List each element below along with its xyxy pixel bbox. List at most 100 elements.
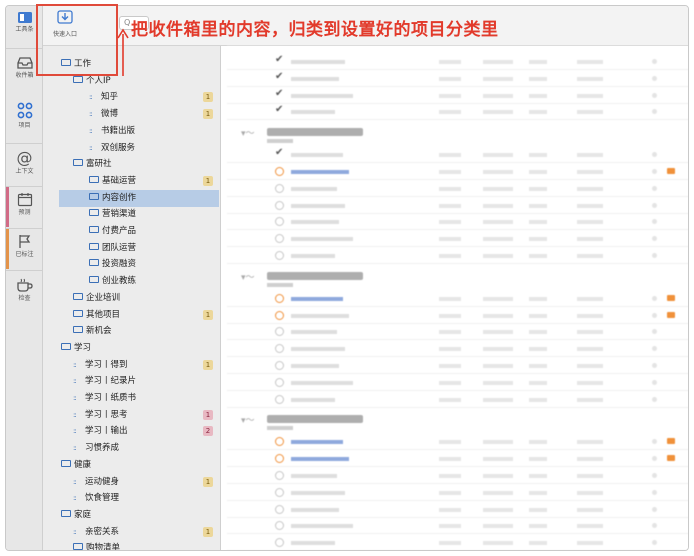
project-item[interactable]: 投资融资 — [89, 256, 219, 272]
task-group-header[interactable]: ▾〜 — [227, 410, 688, 434]
task-checkbox[interactable] — [275, 394, 284, 404]
perspective-flagged[interactable]: 已标注 — [6, 234, 43, 259]
perspective-review[interactable]: 检查 — [6, 278, 43, 303]
perspective-forecast[interactable]: 预测 — [6, 192, 43, 217]
task-row[interactable] — [227, 535, 688, 550]
task-checkbox[interactable] — [275, 471, 284, 480]
task-checkbox[interactable] — [275, 217, 284, 227]
task-row[interactable] — [227, 324, 688, 341]
project-item[interactable]: :: 书籍出版 — [89, 123, 219, 139]
flag-marker-icon[interactable] — [667, 455, 675, 462]
task-row[interactable] — [227, 181, 688, 197]
task-row[interactable] — [227, 308, 688, 324]
task-row[interactable] — [227, 434, 688, 451]
task-checkbox[interactable] — [275, 361, 284, 370]
flag-marker-icon[interactable] — [667, 438, 675, 445]
task-row[interactable] — [227, 164, 688, 180]
task-group-header[interactable]: ▾〜 — [227, 123, 688, 147]
task-checkbox[interactable] — [275, 377, 284, 387]
project-item[interactable]: 富研社 — [73, 156, 219, 172]
task-row[interactable] — [227, 147, 688, 164]
project-item[interactable]: :: 学习丨纸质书 — [73, 390, 219, 406]
task-row[interactable] — [227, 104, 688, 121]
project-item[interactable]: 内容创作 — [89, 190, 219, 206]
task-checkbox[interactable] — [275, 88, 284, 100]
project-item[interactable]: :: 习惯养成 — [73, 440, 219, 456]
task-group-header[interactable]: ▾〜 — [227, 267, 688, 291]
project-item[interactable]: :: 饮食管理 — [73, 490, 219, 506]
project-item[interactable]: 付费产品 — [89, 223, 219, 239]
task-row[interactable] — [227, 518, 688, 535]
task-checkbox[interactable] — [275, 538, 284, 548]
task-row[interactable] — [227, 214, 688, 231]
task-checkbox[interactable] — [275, 521, 284, 531]
disclosure-arrow-icon[interactable]: ▾〜 — [241, 126, 255, 139]
flag-marker-icon[interactable] — [667, 294, 675, 301]
project-item[interactable]: 新机会 — [73, 323, 219, 339]
task-row[interactable] — [227, 485, 688, 501]
task-row[interactable] — [227, 451, 688, 468]
task-checkbox[interactable] — [275, 104, 284, 116]
project-label: 个人IP — [86, 75, 111, 86]
task-checkbox[interactable] — [275, 454, 284, 464]
task-row[interactable] — [227, 392, 688, 408]
task-column-value — [439, 490, 461, 495]
task-row[interactable] — [227, 88, 688, 104]
perspective-projects[interactable]: 项目 — [6, 102, 43, 130]
project-item[interactable]: 其他项目 1 — [73, 307, 219, 323]
task-checkbox[interactable] — [275, 327, 284, 337]
project-item[interactable]: 基础运营 1 — [89, 173, 219, 189]
task-title — [291, 313, 349, 318]
project-item[interactable]: 团队运营 — [89, 240, 219, 256]
task-row[interactable] — [227, 71, 688, 87]
task-checkbox[interactable] — [275, 310, 284, 320]
project-item[interactable]: 家庭 — [61, 507, 219, 523]
task-checkbox[interactable] — [275, 183, 284, 193]
task-row[interactable] — [227, 502, 688, 518]
project-item[interactable]: :: 微博 1 — [89, 106, 219, 122]
project-item[interactable]: :: 学习丨得到 1 — [73, 357, 219, 373]
task-row[interactable] — [227, 341, 688, 358]
project-item[interactable]: :: 双创服务 — [89, 140, 219, 156]
task-checkbox[interactable] — [275, 437, 284, 447]
project-item[interactable]: :: 学习丨思考 1 — [73, 407, 219, 423]
task-row[interactable] — [227, 358, 688, 374]
flag-marker-icon[interactable] — [667, 168, 675, 174]
task-checkbox[interactable] — [275, 54, 284, 66]
task-checkbox[interactable] — [275, 147, 284, 159]
task-column-value — [439, 170, 461, 174]
perspective-contexts[interactable]: @ 上下文 — [6, 149, 43, 176]
disclosure-arrow-icon[interactable]: ▾〜 — [241, 413, 255, 426]
task-row[interactable] — [227, 291, 688, 307]
project-item[interactable]: 购物清单 — [73, 540, 219, 550]
task-row[interactable] — [227, 231, 688, 248]
status-dot-icon — [652, 109, 657, 115]
task-checkbox[interactable] — [275, 344, 284, 354]
task-row[interactable] — [227, 198, 688, 214]
task-checkbox[interactable] — [275, 504, 284, 514]
task-checkbox[interactable] — [275, 167, 284, 176]
task-column-value — [529, 507, 547, 512]
project-item[interactable]: 企业培训 — [73, 290, 219, 306]
task-checkbox[interactable] — [275, 200, 284, 210]
flag-marker-icon[interactable] — [667, 311, 675, 318]
task-checkbox[interactable] — [275, 293, 284, 303]
task-row[interactable] — [227, 54, 688, 70]
project-item[interactable]: :: 亲密关系 1 — [73, 524, 219, 540]
project-item[interactable]: 创业教练 — [89, 273, 219, 289]
project-item[interactable]: 营销渠道 — [89, 206, 219, 222]
task-checkbox[interactable] — [275, 71, 284, 83]
task-checkbox[interactable] — [275, 234, 284, 244]
project-item[interactable]: :: 知乎 1 — [89, 89, 219, 105]
project-item[interactable]: :: 学习丨输出 2 — [73, 423, 219, 439]
project-item[interactable]: :: 学习丨纪录片 — [73, 373, 219, 389]
project-item[interactable]: :: 运动健身 1 — [73, 474, 219, 490]
project-item[interactable]: 学习 — [61, 340, 219, 356]
disclosure-arrow-icon[interactable]: ▾〜 — [241, 270, 255, 283]
project-item[interactable]: 健康 — [61, 457, 219, 473]
task-checkbox[interactable] — [275, 487, 284, 497]
task-row[interactable] — [227, 248, 688, 264]
task-row[interactable] — [227, 468, 688, 484]
task-row[interactable] — [227, 375, 688, 391]
task-checkbox[interactable] — [275, 251, 284, 260]
